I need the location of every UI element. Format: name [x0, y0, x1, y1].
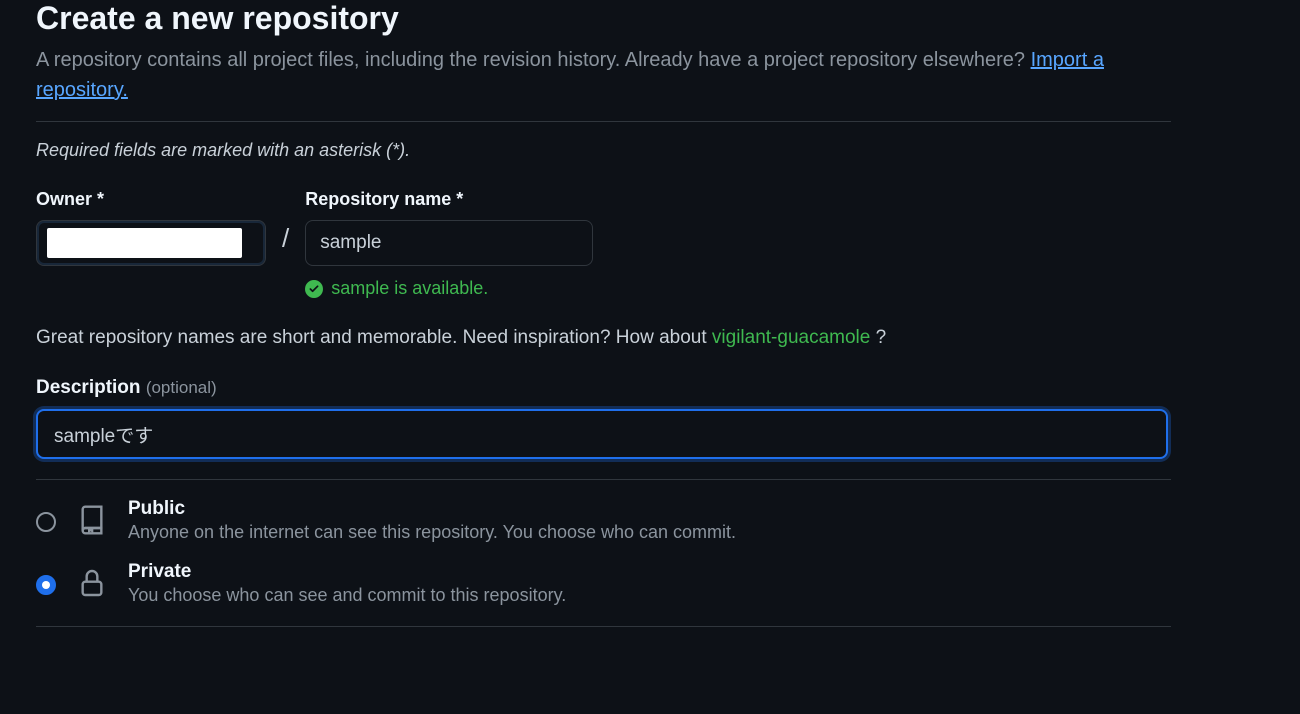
divider — [36, 626, 1171, 627]
repo-name-input[interactable] — [305, 220, 593, 266]
divider — [36, 121, 1171, 122]
description-label: Description (optional) — [36, 377, 1171, 399]
private-title: Private — [128, 561, 566, 583]
owner-select[interactable] — [36, 220, 266, 266]
availability-status: sample is available. — [305, 278, 593, 299]
radio-private[interactable] — [36, 575, 56, 595]
owner-avatar-placeholder — [47, 228, 242, 258]
availability-text: sample is available. — [331, 278, 488, 299]
subtitle-text: A repository contains all project files,… — [36, 49, 1031, 71]
divider — [36, 479, 1171, 480]
check-circle-icon — [305, 280, 323, 298]
name-suggestion[interactable]: vigilant-guacamole — [712, 327, 870, 348]
description-label-text: Description — [36, 377, 146, 398]
visibility-public-option[interactable]: Public Anyone on the internet can see th… — [36, 498, 1171, 543]
private-description: You choose who can see and commit to thi… — [128, 585, 566, 606]
page-title: Create a new repository — [36, 0, 1171, 37]
repo-name-label: Repository name * — [305, 189, 593, 210]
public-description: Anyone on the internet can see this repo… — [128, 522, 736, 543]
optional-text: (optional) — [146, 378, 217, 397]
repo-icon — [76, 504, 108, 536]
slash-separator: / — [282, 223, 289, 254]
required-fields-note: Required fields are marked with an aster… — [36, 140, 1171, 161]
description-input[interactable] — [36, 409, 1168, 459]
visibility-private-option[interactable]: Private You choose who can see and commi… — [36, 561, 1171, 606]
hint-before: Great repository names are short and mem… — [36, 327, 712, 348]
radio-public[interactable] — [36, 512, 56, 532]
lock-icon — [76, 567, 108, 599]
page-subtitle: A repository contains all project files,… — [36, 45, 1171, 105]
naming-hint: Great repository names are short and mem… — [36, 327, 1171, 349]
owner-label: Owner * — [36, 189, 266, 210]
hint-after: ? — [876, 327, 887, 348]
public-title: Public — [128, 498, 736, 520]
